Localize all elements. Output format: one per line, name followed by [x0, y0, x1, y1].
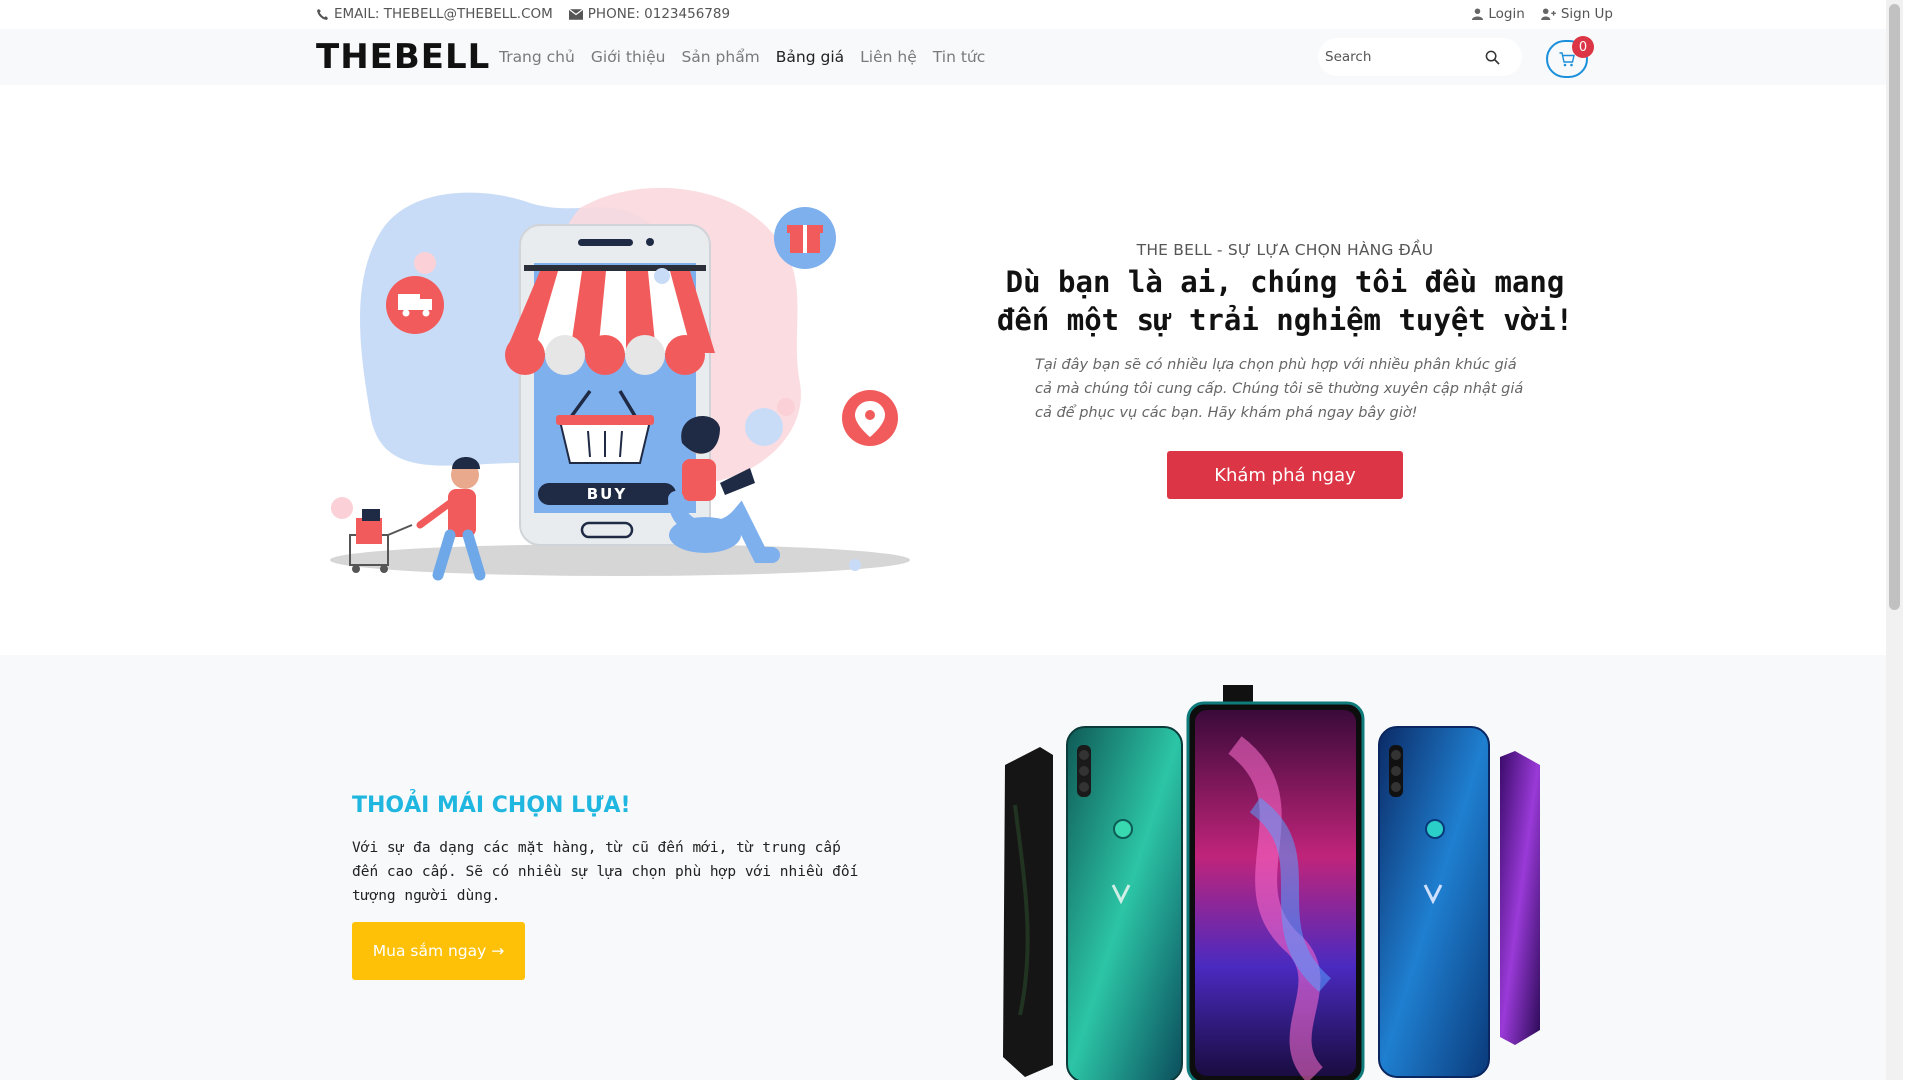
choice-section: THOẢI MÁI CHỌN LỰA! Với sự đa dạng các m…: [0, 655, 1903, 1080]
nav-contact[interactable]: Liên hệ: [860, 48, 917, 66]
main-nav: Trang chủ Giới thiệu Sản phẩm Bảng giá L…: [499, 48, 985, 66]
scrollbar-thumb[interactable]: [1889, 4, 1900, 610]
phone-text: PHONE: 0123456789: [587, 6, 731, 22]
page: EMAIL: THEBELL@THEBELL.COM PHONE: 012345…: [0, 0, 1903, 1080]
user-plus-icon: [1540, 8, 1556, 20]
hero-kicker: THE BELL - SỰ LỰA CHỌN HÀNG ĐẦU: [1136, 241, 1434, 259]
shop-now-button[interactable]: Mua sắm ngay →: [352, 922, 525, 980]
nav-pricing[interactable]: Bảng giá: [776, 48, 844, 66]
auth-links: Login Sign Up: [1472, 6, 1613, 22]
nav-products[interactable]: Sản phẩm: [681, 48, 759, 66]
hero-content: THE BELL - SỰ LỰA CHỌN HÀNG ĐẦU Dù bạn l…: [985, 241, 1585, 499]
mail-icon: [568, 8, 583, 20]
hero-description: Tại đây bạn sẽ có nhiều lựa chọn phù hợp…: [1035, 357, 1524, 421]
hero-title-line-2: đến một sự trải nghiệm tuyệt vời!: [996, 303, 1574, 337]
top-bar: EMAIL: THEBELL@THEBELL.COM PHONE: 012345…: [0, 0, 1903, 29]
choice-description: Với sự đa dạng các mặt hàng, từ cũ đến m…: [352, 840, 859, 904]
brand-logo[interactable]: THEBELL: [316, 37, 490, 77]
contact-info: EMAIL: THEBELL@THEBELL.COM PHONE: 012345…: [316, 6, 730, 22]
phone-contact[interactable]: PHONE: 0123456789: [568, 6, 731, 22]
shopping-illustration: BUY: [330, 187, 910, 581]
phone-icon: [317, 8, 329, 20]
nav-about[interactable]: Giới thiệu: [591, 48, 666, 66]
nav-news[interactable]: Tin tức: [933, 48, 985, 66]
user-icon: [1472, 8, 1484, 20]
login-label: Login: [1488, 6, 1525, 22]
login-link[interactable]: Login: [1472, 6, 1525, 22]
signup-link[interactable]: Sign Up: [1540, 6, 1613, 22]
hero-section: BUY THE BELL - SỰ LỰA CHỌN HÀNG ĐẦU Dù b…: [0, 85, 1903, 655]
navbar: THEBELL Trang chủ Giới thiệu Sản phẩm Bả…: [0, 29, 1903, 85]
hero-title-line-1: Dù bạn là ai, chúng tôi đều mang: [1005, 265, 1565, 299]
signup-label: Sign Up: [1560, 6, 1613, 22]
search-input[interactable]: [1325, 49, 1485, 65]
hero-title: Dù bạn là ai, chúng tôi đều mang đến một…: [985, 263, 1585, 339]
cart-count-badge: 0: [1572, 36, 1594, 58]
choice-title: THOẢI MÁI CHỌN LỰA!: [352, 793, 631, 818]
buy-label: BUY: [587, 485, 627, 503]
search-box: [1318, 38, 1522, 76]
page-scrollbar[interactable]: [1886, 0, 1903, 1080]
email-text: EMAIL: THEBELL@THEBELL.COM: [334, 6, 553, 22]
smartphones-image: [1003, 685, 1540, 1080]
cart-icon: [1559, 51, 1575, 66]
search-icon[interactable]: [1485, 50, 1500, 65]
explore-now-button[interactable]: Khám phá ngay: [1167, 451, 1403, 499]
email-contact[interactable]: EMAIL: THEBELL@THEBELL.COM: [316, 6, 553, 22]
cart-button[interactable]: 0: [1546, 36, 1594, 78]
nav-home[interactable]: Trang chủ: [499, 48, 575, 66]
